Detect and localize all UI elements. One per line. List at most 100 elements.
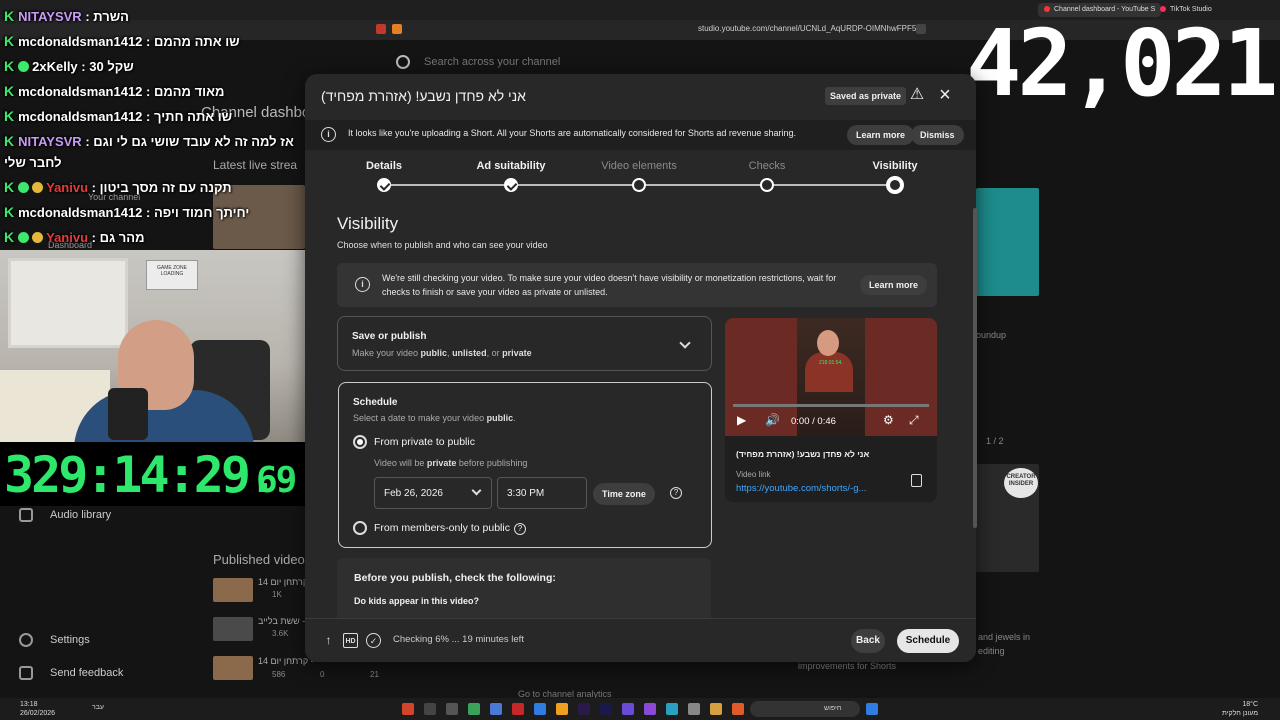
checks-notice: i We're still checking your video. To ma… (337, 263, 937, 307)
chat-message: Kmcdonaldsman1412 : שו אתה מהמם (4, 33, 240, 49)
app-icon[interactable] (556, 703, 568, 715)
date-picker[interactable]: Feb 26, 2026 (374, 477, 492, 509)
step-checks[interactable]: Checks (749, 160, 786, 172)
chat-user: Yanivu (46, 230, 89, 245)
banner-learn-more-button[interactable]: Learn more (847, 125, 915, 145)
option-members-to-public[interactable]: From members-only to public? (374, 522, 526, 535)
weather-widget[interactable]: 18°C מעונן חלקית (1222, 700, 1258, 718)
dialog-title: אני לא פחדן נשבע! (אזהרת מפחיד) (321, 88, 526, 104)
kick-icon: K (4, 229, 15, 245)
hd-icon[interactable]: HD (343, 633, 358, 648)
news-snippet: improvements for Shorts (798, 661, 897, 671)
text-segment: Video will be (374, 458, 427, 468)
help-icon[interactable]: ? (670, 487, 682, 499)
app-icon[interactable] (490, 703, 502, 715)
video-time: 0:00 / 0:46 (791, 416, 836, 427)
help-icon[interactable]: ? (513, 523, 526, 535)
dismiss-button[interactable]: Dismiss (911, 125, 964, 145)
back-button[interactable]: Back (851, 629, 885, 653)
language-indicator[interactable]: עבר (92, 704, 104, 711)
kick-icon: K (4, 204, 15, 220)
app-icon[interactable] (512, 703, 524, 715)
bookmark-icon[interactable] (916, 24, 926, 34)
close-icon[interactable]: × (936, 85, 954, 105)
video-link[interactable]: https://youtube.com/shorts/-g... (736, 483, 866, 494)
published-thumbnail[interactable] (213, 617, 253, 641)
app-icon[interactable] (424, 703, 436, 715)
stream-timer: 329:14:29. 69 (0, 442, 318, 506)
copy-icon[interactable] (911, 474, 922, 487)
fullscreen-icon[interactable]: ⤢ (909, 413, 919, 428)
kick-icon: K (4, 8, 15, 24)
kick-icon: K (4, 33, 15, 49)
play-icon[interactable]: ▶ (737, 413, 746, 427)
step-visibility-dot[interactable] (886, 176, 904, 194)
checks-icon[interactable]: ✓ (366, 633, 381, 648)
published-title[interactable]: ששת בלייב - (258, 616, 305, 626)
app-icon[interactable] (534, 703, 546, 715)
search-input[interactable]: Search across your channel (424, 56, 560, 68)
app-icon[interactable] (446, 703, 458, 715)
published-thumbnail[interactable] (213, 656, 253, 680)
person-face (817, 330, 839, 356)
published-thumbnail[interactable] (213, 578, 253, 602)
published-videos-heading: Published videos (213, 552, 312, 567)
news-snippet: and jewels in (978, 632, 1031, 642)
chat-message: Kmcdonaldsman1412 : מאוד מהמם (4, 83, 225, 99)
checks-learn-more-button[interactable]: Learn more (860, 275, 928, 295)
step-visibility[interactable]: Visibility (872, 160, 917, 172)
dialog-scrollbar[interactable] (973, 208, 977, 528)
step-video-elements[interactable]: Video elements (601, 160, 677, 172)
windows-taskbar: 13:18 26/02/2026 עבר חיפוש 18°C מעונן חל… (0, 698, 1280, 720)
video-player[interactable]: 218:01:54. ▶ 🔊 0:00 / 0:46 ⚙ ⤢ (725, 318, 937, 436)
promo-card-thumbnail[interactable] (976, 188, 1039, 296)
radio-members-to-public[interactable] (353, 521, 367, 535)
chat-message: K NITAYSVR : השרת (4, 8, 129, 24)
option-private-to-public-label[interactable]: From private to public (374, 436, 475, 448)
time-picker[interactable]: 3:30 PM (497, 477, 587, 509)
volume-icon[interactable]: 🔊 (765, 413, 780, 427)
chat-text: מהר גם (99, 230, 145, 245)
after-effects-icon[interactable] (578, 703, 590, 715)
extension-icon[interactable] (392, 24, 402, 34)
creator-insider-logo: CREATOR INSIDER (1004, 468, 1038, 498)
taskbar-search[interactable]: חיפוש (750, 701, 860, 717)
premiere-icon[interactable] (600, 703, 612, 715)
folder-icon[interactable] (710, 703, 722, 715)
radio-private-to-public[interactable] (353, 435, 367, 449)
step-ad-suitability-check-icon[interactable] (504, 178, 518, 192)
gear-icon[interactable]: ⚙ (883, 413, 894, 427)
schedule-subtitle: Select a date to make your video public. (353, 413, 516, 423)
brave-icon[interactable] (732, 703, 744, 715)
shield-icon[interactable] (376, 24, 386, 34)
app-icon[interactable] (644, 703, 656, 715)
carousel-pager[interactable]: 1 / 2 (986, 436, 1004, 446)
app-icon[interactable] (468, 703, 480, 715)
report-icon[interactable]: ⚠ (908, 86, 926, 104)
step-video-elements-dot[interactable] (632, 178, 646, 192)
gear-icon (19, 633, 33, 647)
app-icon[interactable] (402, 703, 414, 715)
sidebar-item-send-feedback[interactable]: Send feedback (50, 667, 123, 679)
chat-message: Kmcdonaldsman1412 : שו אתה חתיך (4, 108, 233, 124)
app-icon[interactable] (622, 703, 634, 715)
chevron-down-icon[interactable] (679, 337, 691, 349)
app-icon[interactable] (688, 703, 700, 715)
windows-start-icon[interactable] (866, 703, 878, 715)
search-icon[interactable] (396, 55, 410, 69)
checklist-title: Before you publish, check the following: (354, 572, 556, 584)
save-or-publish-card[interactable]: Save or publish Make your video public, … (337, 316, 712, 371)
sidebar-item-settings[interactable]: Settings (50, 634, 90, 646)
step-details[interactable]: Details (366, 160, 402, 172)
app-icon[interactable] (666, 703, 678, 715)
upload-icon[interactable]: ↑ (321, 633, 336, 648)
step-details-check-icon[interactable] (377, 178, 391, 192)
step-checks-dot[interactable] (760, 178, 774, 192)
video-progress-bar[interactable] (733, 404, 929, 407)
schedule-button[interactable]: Schedule (897, 629, 959, 653)
step-ad-suitability[interactable]: Ad suitability (476, 160, 545, 172)
text-segment: private (426, 458, 457, 468)
time-zone-button[interactable]: Time zone (593, 483, 655, 505)
taskbar-clock: 13:18 26/02/2026 (20, 700, 55, 718)
sidebar-item-audio-library[interactable]: Audio library (50, 509, 111, 521)
